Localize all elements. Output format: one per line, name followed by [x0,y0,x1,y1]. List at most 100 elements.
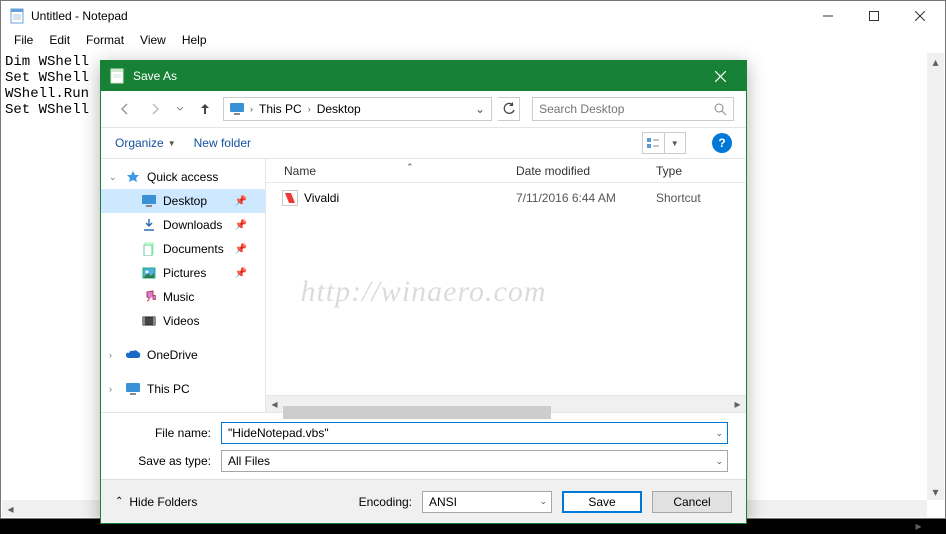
hide-folders-button[interactable]: ⌃Hide Folders [115,495,197,509]
chevron-up-icon: ⌃ [115,496,123,507]
organize-button[interactable]: Organize▼ [115,136,176,150]
scrollbar-thumb[interactable] [283,406,551,419]
chevron-right-icon[interactable]: › [306,104,313,114]
scroll-up-icon[interactable]: ▴ [927,53,944,70]
notepad-title: Untitled - Notepad [31,9,805,23]
dialog-toolbar: Organize▼ New folder ▼ ? [101,127,746,159]
nav-up-button[interactable] [193,97,217,121]
menu-file[interactable]: File [7,31,40,51]
menu-format[interactable]: Format [79,31,131,51]
file-type: Shortcut [656,191,746,205]
chevron-down-icon[interactable]: ⌄ [715,428,723,439]
filename-input[interactable] [228,426,721,440]
scroll-down-icon[interactable]: ▾ [927,483,944,500]
onedrive-icon [125,347,141,363]
file-hscrollbar[interactable]: ◂ ▸ [266,395,746,412]
vivaldi-icon [282,190,298,206]
pin-icon: 📌 [235,244,247,255]
downloads-icon [141,217,157,233]
notepad-icon [109,68,125,84]
save-form: File name: ⌄ Save as type: All Files ⌄ [101,412,746,479]
sidebar-item-documents[interactable]: Documents 📌 [101,237,265,261]
file-pane: Name⌃ Date modified Type Vivaldi 7/11/20… [266,159,746,412]
sidebar-item-label: Music [163,290,194,304]
search-box[interactable] [532,97,734,121]
encoding-combo[interactable]: ANSI ⌄ [422,491,552,513]
sidebar-item-music[interactable]: Music [101,285,265,309]
cancel-button[interactable]: Cancel [652,491,732,513]
desktop-icon [141,193,157,209]
file-name: Vivaldi [304,191,339,205]
nav-back-button[interactable] [113,97,137,121]
chevron-down-icon: ▼ [168,139,176,148]
videos-icon [141,313,157,329]
column-date[interactable]: Date modified [516,164,656,178]
filename-combo[interactable]: ⌄ [221,422,728,444]
sidebar-item-pictures[interactable]: Pictures 📌 [101,261,265,285]
filename-label: File name: [119,426,221,440]
view-icon [643,133,665,153]
dialog-footer: ⌃Hide Folders Encoding: ANSI ⌄ Save Canc… [101,479,746,523]
scroll-right-icon[interactable]: ▸ [729,396,746,413]
savetype-combo[interactable]: All Files ⌄ [221,450,728,472]
menu-view[interactable]: View [133,31,173,51]
sidebar-onedrive[interactable]: › OneDrive [101,343,265,367]
desktop-icon [228,100,246,118]
pictures-icon [141,265,157,281]
notepad-titlebar: Untitled - Notepad [1,1,945,31]
file-list[interactable]: Vivaldi 7/11/2016 6:44 AM Shortcut [266,183,746,395]
pin-icon: 📌 [235,220,247,231]
music-icon [141,289,157,305]
help-button[interactable]: ? [712,133,732,153]
save-button[interactable]: Save [562,491,642,513]
notepad-vscrollbar[interactable]: ▴ ▾ [927,53,944,500]
address-bar[interactable]: › This PC › Desktop ⌄ [223,97,492,121]
sidebar-label: OneDrive [147,348,198,362]
sidebar-quick-access[interactable]: ⌄ Quick access [101,165,265,189]
sort-asc-icon: ⌃ [406,162,414,173]
sidebar-item-desktop[interactable]: Desktop 📌 [101,189,265,213]
sidebar-thispc[interactable]: › This PC [101,377,265,401]
search-input[interactable] [539,102,713,116]
menu-edit[interactable]: Edit [42,31,77,51]
nav-recent-dropdown[interactable] [173,97,187,121]
savetype-label: Save as type: [119,454,221,468]
dialog-close-button[interactable] [698,62,742,90]
pin-icon: 📌 [235,196,247,207]
new-folder-button[interactable]: New folder [194,136,251,150]
sidebar-item-label: Documents [163,242,224,256]
breadcrumb-folder[interactable]: Desktop [313,102,365,116]
encoding-label: Encoding: [359,495,412,509]
notepad-icon [9,8,25,24]
nav-row: › This PC › Desktop ⌄ [101,91,746,127]
nav-forward-button[interactable] [143,97,167,121]
breadcrumb-thispc[interactable]: This PC [255,102,306,116]
view-mode-button[interactable]: ▼ [642,132,686,154]
sidebar-item-downloads[interactable]: Downloads 📌 [101,213,265,237]
scroll-left-icon[interactable]: ◂ [2,500,19,517]
star-icon [125,169,141,185]
scroll-left-icon[interactable]: ◂ [266,396,283,413]
expand-icon[interactable]: ⌄ [109,172,117,183]
chevron-down-icon[interactable]: ⌄ [715,456,723,467]
sidebar-item-label: Pictures [163,266,206,280]
expand-icon[interactable]: › [109,350,112,360]
address-dropdown[interactable]: ⌄ [471,102,489,116]
chevron-down-icon[interactable]: ⌄ [539,496,547,507]
maximize-button[interactable] [851,1,897,31]
column-type[interactable]: Type [656,164,746,178]
refresh-button[interactable] [498,97,520,121]
expand-icon[interactable]: › [109,384,112,394]
minimize-button[interactable] [805,1,851,31]
column-name[interactable]: Name⌃ [266,164,516,178]
scroll-right-icon[interactable]: ▸ [910,517,927,534]
saveas-titlebar[interactable]: Save As [101,61,746,91]
sidebar-item-videos[interactable]: Videos [101,309,265,333]
chevron-right-icon[interactable]: › [248,104,255,114]
sidebar-label: Quick access [147,170,218,184]
close-button[interactable] [897,1,943,31]
navigation-pane: ⌄ Quick access Desktop 📌 Downloads 📌 Doc… [101,159,266,412]
encoding-value: ANSI [429,495,457,509]
menu-help[interactable]: Help [175,31,214,51]
file-row[interactable]: Vivaldi 7/11/2016 6:44 AM Shortcut [266,187,746,209]
